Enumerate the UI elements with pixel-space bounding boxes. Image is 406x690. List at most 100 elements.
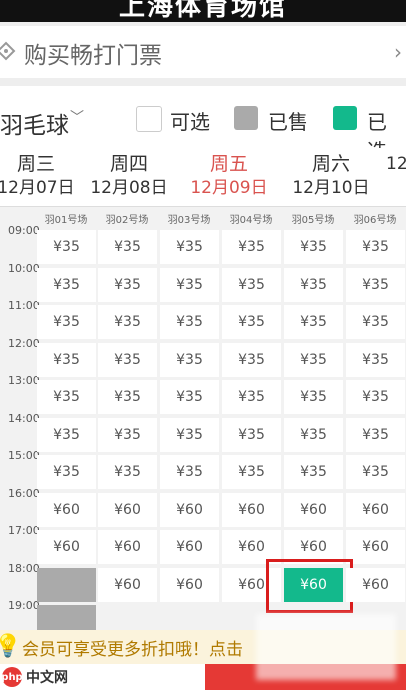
slot-available[interactable]: ¥35 [284, 230, 343, 264]
slot-available[interactable]: ¥60 [222, 492, 281, 527]
slot-sold [37, 605, 96, 630]
slot-available[interactable]: ¥35 [37, 267, 96, 302]
slot-available[interactable]: ¥35 [160, 417, 219, 452]
ticket-icon [0, 41, 16, 61]
slot-available[interactable]: ¥35 [37, 455, 96, 489]
slot-available[interactable]: ¥35 [346, 417, 405, 452]
sport-selector[interactable]: 羽毛球 [0, 106, 69, 140]
slot-available[interactable]: ¥35 [160, 342, 219, 377]
legend-available-swatch [136, 106, 162, 132]
slot-available[interactable]: ¥35 [284, 267, 343, 302]
slot-available[interactable]: ¥35 [98, 417, 157, 452]
slot-available[interactable]: ¥35 [222, 230, 281, 264]
weekday-label: 周五 [209, 153, 248, 175]
site-logo: php 中文网 [0, 664, 90, 690]
slot-available[interactable]: ¥35 [98, 455, 157, 489]
slot-available[interactable]: ¥35 [222, 342, 281, 377]
bulb-icon: 💡 [0, 634, 22, 659]
court-schedule-grid: 羽01号场 羽02号场 羽03号场 羽04号场 羽05号场 羽06号场 09:00 10:00… [0, 207, 406, 630]
slot-available[interactable]: ¥35 [346, 305, 405, 339]
time-label: 18:00 [8, 561, 40, 575]
slot-available[interactable]: ¥60 [160, 492, 219, 527]
slot-available[interactable]: ¥60 [37, 530, 96, 564]
slot-available[interactable]: ¥60 [284, 492, 343, 527]
slot-available[interactable]: ¥35 [37, 417, 96, 452]
app-header: 上海体育场馆 [0, 0, 406, 22]
legend-sold-swatch [234, 106, 258, 130]
slot-available[interactable]: ¥35 [284, 417, 343, 452]
date-tab-thu[interactable]: 周四 12月08日 [79, 152, 179, 200]
date-label: 12月08日 [90, 178, 168, 198]
slot-available[interactable]: ¥35 [222, 417, 281, 452]
promo-text: 会员可享受更多折扣哦！点击 [22, 640, 243, 660]
slot-available[interactable]: ¥35 [160, 455, 219, 489]
time-label: 14:00 [8, 411, 40, 425]
banner-label: 购买畅打门票 [24, 43, 162, 69]
slot-available[interactable]: ¥35 [160, 267, 219, 302]
slot-available[interactable]: ¥35 [160, 230, 219, 264]
date-label: 12月09日 [190, 178, 268, 198]
slot-available[interactable]: ¥60 [98, 530, 157, 564]
slot-available[interactable]: ¥35 [37, 342, 96, 377]
court-header: 羽01号场 [44, 215, 88, 226]
slot-available[interactable]: ¥60 [160, 567, 219, 602]
slot-available[interactable]: ¥35 [284, 342, 343, 377]
buy-pass-banner[interactable]: 购买畅打门票 › [0, 26, 406, 78]
slot-available[interactable]: ¥60 [346, 567, 405, 602]
date-tab-fri[interactable]: 周五 12月09日 [179, 152, 279, 200]
time-label: 17:00 [8, 524, 40, 537]
slot-available[interactable]: ¥35 [346, 455, 405, 489]
slot-available[interactable]: ¥35 [160, 380, 219, 414]
slot-available[interactable]: ¥35 [284, 305, 343, 339]
court-header: 羽06号场 [353, 215, 397, 226]
slot-available[interactable]: ¥35 [98, 230, 157, 264]
slot-available[interactable]: ¥35 [222, 267, 281, 302]
time-label: 12:00 [8, 336, 40, 350]
slot-available[interactable]: ¥35 [37, 305, 96, 339]
date-tab-sat[interactable]: 周六 12月10日 [281, 152, 381, 200]
slot-available[interactable]: ¥60 [346, 530, 405, 564]
filter-bar: 羽毛球 ﹀ 可选 已售 已选 [0, 86, 406, 163]
time-label: 10:00 [8, 261, 40, 275]
slot-available[interactable]: ¥35 [346, 380, 405, 414]
court-header: 羽05号场 [291, 215, 335, 226]
time-label: 13:00 [8, 374, 40, 387]
selection-highlight [266, 558, 353, 613]
slot-available[interactable]: ¥60 [160, 530, 219, 564]
watermark [256, 614, 396, 680]
slot-available[interactable]: ¥60 [98, 567, 157, 602]
logo-badge: php [1, 667, 23, 687]
slot-available[interactable]: ¥35 [222, 380, 281, 414]
slot-available[interactable]: ¥35 [346, 342, 405, 377]
slot-available[interactable]: ¥35 [37, 230, 96, 264]
slot-available[interactable]: ¥35 [222, 305, 281, 339]
time-label: 15:00 [8, 449, 40, 462]
time-label: 16:00 [8, 486, 40, 500]
slot-sold [37, 567, 96, 602]
slot-available[interactable]: ¥35 [346, 267, 405, 302]
chevron-right-icon: › [394, 40, 402, 64]
legend-selected-swatch [333, 106, 357, 130]
slot-available[interactable]: ¥35 [346, 230, 405, 264]
slot-available[interactable]: ¥35 [160, 305, 219, 339]
court-header: 羽02号场 [105, 215, 149, 226]
weekday-label: 周三 [16, 153, 55, 175]
slot-available[interactable]: ¥35 [222, 455, 281, 489]
slot-available[interactable]: ¥35 [37, 380, 96, 414]
slot-available[interactable]: ¥60 [346, 492, 405, 527]
logo-text: 中文网 [26, 670, 68, 686]
slot-available[interactable]: ¥60 [98, 492, 157, 527]
slot-available[interactable]: ¥35 [284, 455, 343, 489]
slot-available[interactable]: ¥35 [98, 342, 157, 377]
slot-available[interactable]: ¥35 [284, 380, 343, 414]
slot-available[interactable]: ¥35 [98, 267, 157, 302]
chevron-down-icon[interactable]: ﹀ [70, 107, 84, 127]
slot-available[interactable]: ¥35 [98, 380, 157, 414]
slot-available[interactable]: ¥35 [98, 305, 157, 339]
date-tab-wed[interactable]: 周三 12月07日 [0, 152, 86, 200]
date-tab-next[interactable]: 12 [386, 152, 406, 176]
date-label: 12月07日 [0, 178, 75, 198]
slot-available[interactable]: ¥60 [37, 492, 96, 527]
weekday-label: 周六 [311, 153, 350, 175]
time-label: 11:00 [8, 299, 40, 312]
